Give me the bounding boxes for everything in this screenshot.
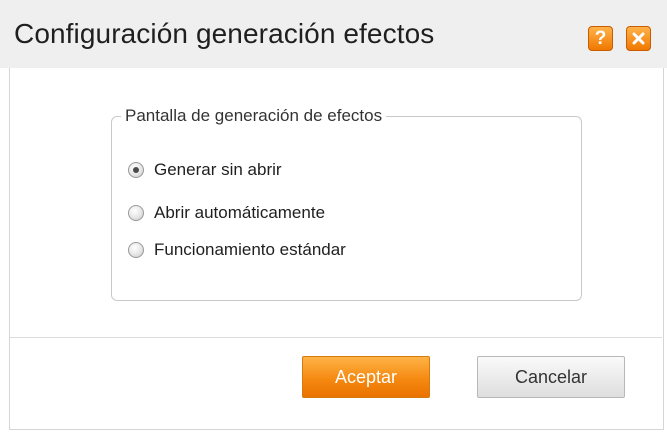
close-icon xyxy=(632,32,645,45)
radio-indicator[interactable] xyxy=(128,205,144,221)
help-button[interactable]: ? xyxy=(588,26,613,51)
radio-standard-operation[interactable]: Funcionamiento estándar xyxy=(128,239,346,261)
accept-button[interactable]: Aceptar xyxy=(302,356,430,398)
footer-divider xyxy=(10,337,662,338)
radio-label: Funcionamiento estándar xyxy=(154,240,346,259)
radio-indicator[interactable] xyxy=(128,242,144,258)
radio-label: Generar sin abrir xyxy=(154,160,282,179)
close-button[interactable] xyxy=(626,26,651,51)
title-bar: Configuración generación efectos ? xyxy=(0,0,667,68)
group-legend: Pantalla de generación de efectos xyxy=(125,106,383,125)
radio-indicator-selected[interactable] xyxy=(128,162,144,178)
radio-generate-without-opening[interactable]: Generar sin abrir xyxy=(128,159,282,181)
dialog-title: Configuración generación efectos xyxy=(14,18,435,49)
radio-label: Abrir automáticamente xyxy=(154,203,326,222)
cancel-button[interactable]: Cancelar xyxy=(477,356,625,398)
config-dialog: Configuración generación efectos ? Panta… xyxy=(0,0,667,435)
radio-open-automatically[interactable]: Abrir automáticamente xyxy=(128,202,325,224)
